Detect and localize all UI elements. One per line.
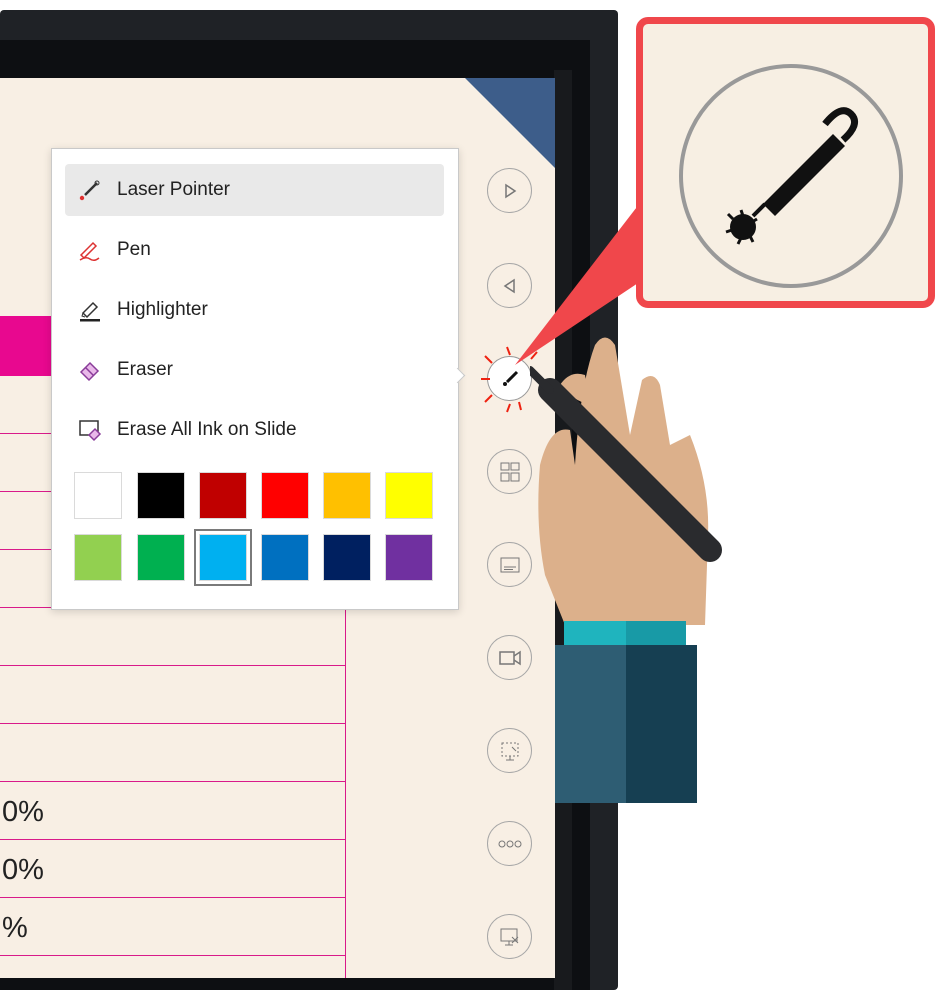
menu-item-label: Laser Pointer (117, 179, 231, 200)
see-all-slides-icon (500, 462, 519, 481)
table-rule (0, 665, 346, 666)
color-swatch-blue[interactable] (261, 534, 309, 581)
color-swatch-dark-blue[interactable] (323, 534, 371, 581)
menu-item-laser-pointer[interactable]: Laser Pointer (65, 164, 444, 216)
menu-item-highlighter[interactable]: Highlighter (65, 284, 444, 336)
color-swatch-light-blue[interactable] (194, 529, 252, 586)
menu-item-label: Pen (117, 239, 151, 260)
zoom-button[interactable] (487, 728, 532, 773)
erase-all-icon (75, 415, 105, 445)
zoom-callout (636, 17, 935, 308)
color-swatch-dark-red[interactable] (199, 472, 247, 519)
color-swatch-black[interactable] (137, 472, 185, 519)
menu-item-pen[interactable]: Pen (65, 224, 444, 276)
color-swatch-orange[interactable] (323, 472, 371, 519)
menu-item-erase-all-ink[interactable]: Erase All Ink on Slide (65, 404, 444, 456)
table-rule (0, 723, 346, 724)
camera-button[interactable] (487, 635, 532, 680)
zoom-icon (501, 742, 518, 760)
menu-item-label: Highlighter (117, 299, 208, 320)
laser-pointer-icon (75, 175, 105, 205)
color-swatch-white[interactable] (74, 472, 122, 519)
table-column-rule (345, 608, 346, 978)
table-header-bar (0, 316, 52, 376)
table-rule (0, 897, 346, 898)
laser-pointer-icon (725, 107, 859, 245)
color-swatch-green[interactable] (137, 534, 185, 581)
pen-icon (75, 235, 105, 265)
table-rule (0, 839, 346, 840)
table-cell-percent: 0% (2, 796, 44, 828)
color-swatch-yellow[interactable] (385, 472, 433, 519)
table-cell-percent: % (2, 912, 28, 944)
table-rule (0, 955, 346, 956)
color-swatch-purple[interactable] (385, 534, 433, 581)
menu-item-label: Erase All Ink on Slide (117, 419, 297, 440)
see-all-slides-button[interactable] (487, 449, 532, 494)
menu-item-label: Eraser (117, 359, 173, 380)
end-show-icon (500, 928, 518, 945)
slide-corner-decoration (465, 78, 555, 168)
color-swatch-red[interactable] (261, 472, 309, 519)
table-rule (0, 781, 346, 782)
camera-icon (498, 650, 521, 665)
color-swatch-light-green[interactable] (74, 534, 122, 581)
menu-item-eraser[interactable]: Eraser (65, 344, 444, 396)
eraser-icon (75, 355, 105, 385)
more-options-button[interactable] (487, 821, 532, 866)
pen-tools-menu: Laser Pointer Pen Highlighter Eraser Era… (51, 148, 459, 610)
subtitles-button[interactable] (487, 542, 532, 587)
table-cell-percent: 0% (2, 854, 44, 886)
highlighter-icon (75, 295, 105, 325)
more-options-icon (498, 840, 521, 847)
hand-with-stylus-illustration (530, 337, 722, 803)
end-show-button[interactable] (487, 914, 532, 959)
subtitles-icon (500, 557, 519, 572)
